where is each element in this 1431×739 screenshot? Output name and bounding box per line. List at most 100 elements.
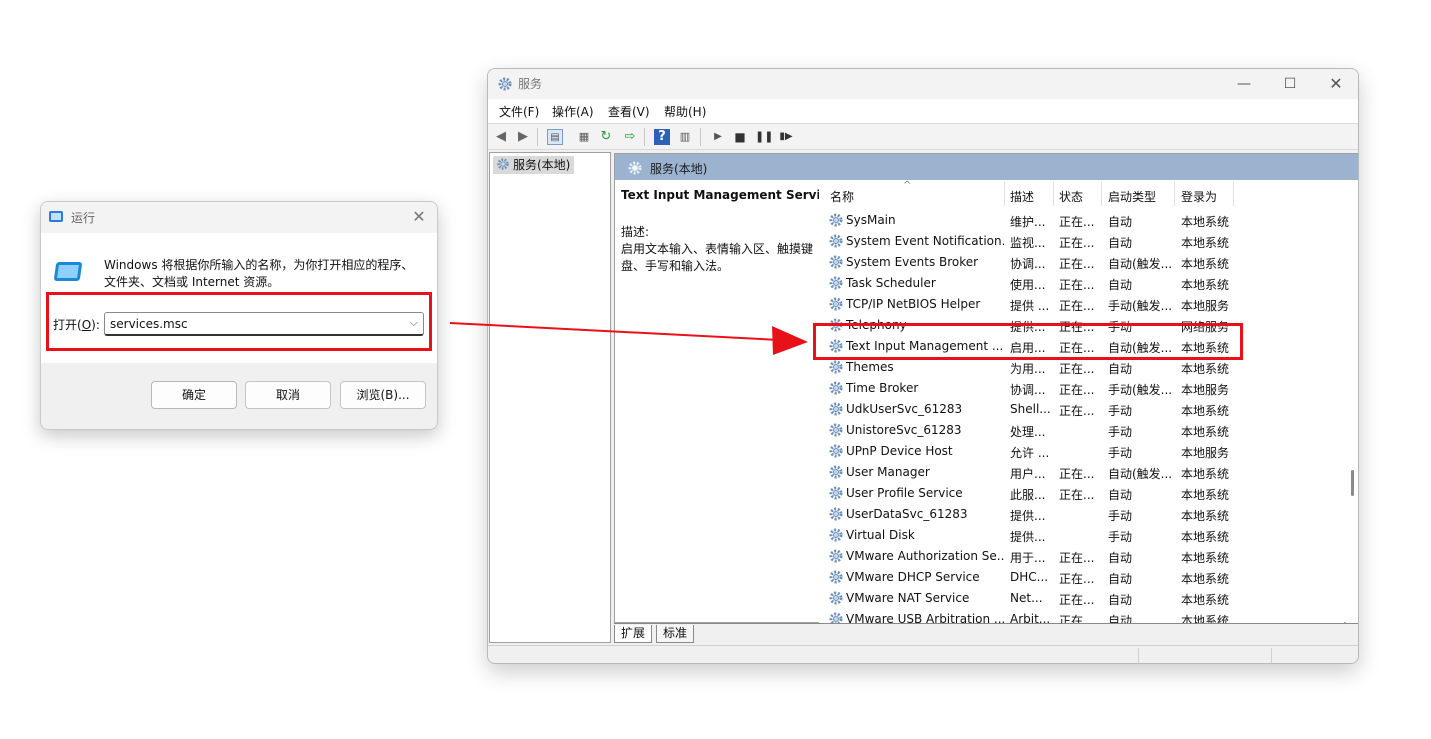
column-divider[interactable]: [1053, 182, 1054, 206]
table-row[interactable]: System Event Notification... 监视... 正在... 自动…: [819, 231, 1344, 252]
table-row[interactable]: UserDataSvc_61283 提供... 手动 本地系统: [819, 504, 1344, 525]
export-icon[interactable]: ⇨: [622, 129, 638, 145]
column-header-status[interactable]: 状态: [1059, 188, 1083, 205]
menu-action[interactable]: 操作(A): [552, 103, 594, 120]
table-row[interactable]: UnistoreSvc_61283 处理... 手动 本地系统: [819, 420, 1344, 441]
close-icon[interactable]: ✕: [409, 207, 429, 227]
pause-icon[interactable]: ❚❚: [755, 129, 773, 145]
forward-icon[interactable]: ▶: [515, 129, 531, 145]
menu-help[interactable]: 帮助(H): [664, 103, 706, 120]
stop-icon[interactable]: ■: [732, 129, 748, 145]
cell-description: 此服...: [1010, 488, 1046, 502]
cell-startup-type: 自动: [1108, 551, 1133, 565]
highlight-box-run-input: [46, 292, 432, 351]
cell-name: Time Broker: [846, 381, 919, 395]
table-row[interactable]: System Events Broker 协调... 正在... 自动(触发... 本地…: [819, 252, 1344, 273]
browse-button[interactable]: 浏览(B)...: [340, 381, 426, 409]
cell-startup-type: 手动: [1108, 446, 1133, 460]
cell-name: TCP/IP NetBIOS Helper: [846, 297, 981, 311]
table-row[interactable]: TCP/IP NetBIOS Helper 提供 ... 正在... 手动(触发...…: [819, 294, 1344, 315]
tab-extended[interactable]: 扩展: [614, 625, 653, 643]
table-row[interactable]: Time Broker 协调... 正在... 手动(触发... 本地服务: [819, 378, 1344, 399]
column-header-description[interactable]: 描述: [1010, 188, 1034, 205]
column-divider[interactable]: [1004, 182, 1005, 206]
run-titlebar: 运行 ✕: [41, 202, 437, 233]
cell-description: 使用...: [1010, 278, 1046, 292]
sort-ascending-icon: ^: [903, 180, 912, 191]
properties-icon[interactable]: ▦: [576, 129, 592, 145]
column-header-log-on-as[interactable]: 登录为: [1181, 188, 1217, 205]
cell-log-on-as: 本地系统: [1181, 236, 1230, 250]
services-title: 服务: [518, 77, 543, 91]
help-icon[interactable]: ?: [654, 129, 670, 145]
column-divider[interactable]: [1233, 182, 1234, 206]
cell-startup-type: 自动: [1108, 488, 1133, 502]
service-gear-icon: [829, 360, 843, 374]
service-gear-icon: [829, 297, 843, 311]
maximize-icon[interactable]: ☐: [1270, 72, 1310, 96]
scrollbar-thumb[interactable]: [1351, 470, 1354, 496]
cell-name: Themes: [846, 360, 894, 374]
menu-view[interactable]: 查看(V): [608, 103, 650, 120]
column-header-name[interactable]: 名称: [830, 188, 854, 205]
minimize-icon[interactable]: —: [1224, 72, 1264, 96]
table-row[interactable]: VMware DHCP Service DHC... 正在... 自动 本地系统: [819, 567, 1344, 588]
table-row[interactable]: UdkUserSvc_61283 Shell... 正在... 手动 本地系统: [819, 399, 1344, 420]
cell-description: 监视...: [1010, 236, 1046, 250]
column-divider[interactable]: [1174, 182, 1175, 206]
service-gear-icon: [829, 570, 843, 584]
cell-description: 提供...: [1010, 530, 1046, 544]
back-icon[interactable]: ◀: [493, 129, 509, 145]
ok-button[interactable]: 确定: [151, 381, 237, 409]
cell-name: User Profile Service: [846, 486, 963, 500]
cell-log-on-as: 本地系统: [1181, 467, 1230, 481]
close-icon[interactable]: ✕: [1316, 72, 1356, 96]
cancel-button[interactable]: 取消: [245, 381, 331, 409]
cell-log-on-as: 本地系统: [1181, 530, 1230, 544]
console-tree-icon[interactable]: ▤: [547, 129, 563, 145]
table-row[interactable]: SysMain 维护... 正在... 自动 本地系统: [819, 210, 1344, 231]
cell-startup-type: 手动: [1108, 425, 1133, 439]
table-row[interactable]: User Profile Service 此服... 正在... 自动 本地系统: [819, 483, 1344, 504]
restart-icon[interactable]: ▮▶: [778, 129, 794, 145]
service-gear-icon: [829, 276, 843, 290]
column-divider[interactable]: [1101, 182, 1102, 206]
vertical-scrollbar[interactable]: [1346, 180, 1358, 623]
table-row[interactable]: VMware Authorization Se... 用于... 正在... 自动 本地…: [819, 546, 1344, 567]
cell-startup-type: 自动: [1108, 278, 1133, 292]
menu-file[interactable]: 文件(F): [499, 103, 539, 120]
cell-description: 处理...: [1010, 425, 1046, 439]
table-row[interactable]: User Manager 用户... 正在... 自动(触发... 本地系统: [819, 462, 1344, 483]
cell-status: 正在...: [1059, 614, 1095, 623]
status-bar: [488, 645, 1358, 663]
table-row[interactable]: UPnP Device Host 允许 ... 手动 本地服务: [819, 441, 1344, 462]
toolbar: ◀ ▶ ▤ ▦ ↻ ⇨ ? ▥ ▶ ■ ❚❚ ▮▶: [488, 123, 1358, 150]
start-icon[interactable]: ▶: [710, 129, 726, 145]
service-gear-icon: [829, 255, 843, 269]
tab-standard[interactable]: 标准: [656, 625, 695, 643]
status-divider: [1138, 648, 1139, 663]
toolbar-separator: [644, 128, 645, 146]
tree-item-services-local[interactable]: 服务(本地): [493, 156, 575, 174]
service-gear-icon: [829, 591, 843, 605]
table-row[interactable]: VMware NAT Service Net... 正在... 自动 本地系统: [819, 588, 1344, 609]
table-row[interactable]: Themes 为用... 正在... 自动 本地系统: [819, 357, 1344, 378]
list-header: ^ 名称 描述 状态 启动类型 登录为: [819, 180, 1344, 210]
cell-name: UserDataSvc_61283: [846, 507, 968, 521]
table-row[interactable]: VMware USB Arbitration ... Arbit... 正在... 自…: [819, 609, 1344, 623]
cell-description: 允许 ...: [1010, 446, 1050, 460]
cell-description: Arbit...: [1010, 612, 1050, 623]
cell-name: VMware Authorization Se...: [846, 549, 1004, 563]
table-row[interactable]: Virtual Disk 提供... 手动 本地系统: [819, 525, 1344, 546]
cell-status: 正在...: [1059, 404, 1095, 418]
service-gear-icon: [829, 402, 843, 416]
services-titlebar: 服务 — ☐ ✕: [488, 69, 1358, 99]
cell-startup-type: 自动: [1108, 215, 1133, 229]
column-header-startup-type[interactable]: 启动类型: [1108, 188, 1156, 205]
cell-description: 提供 ...: [1010, 299, 1050, 313]
refresh-icon[interactable]: ↻: [598, 129, 614, 145]
view-icon[interactable]: ▥: [677, 129, 693, 145]
cell-startup-type: 自动(触发...: [1108, 257, 1173, 271]
table-row[interactable]: Task Scheduler 使用... 正在... 自动 本地系统: [819, 273, 1344, 294]
cell-startup-type: 自动: [1108, 593, 1133, 607]
